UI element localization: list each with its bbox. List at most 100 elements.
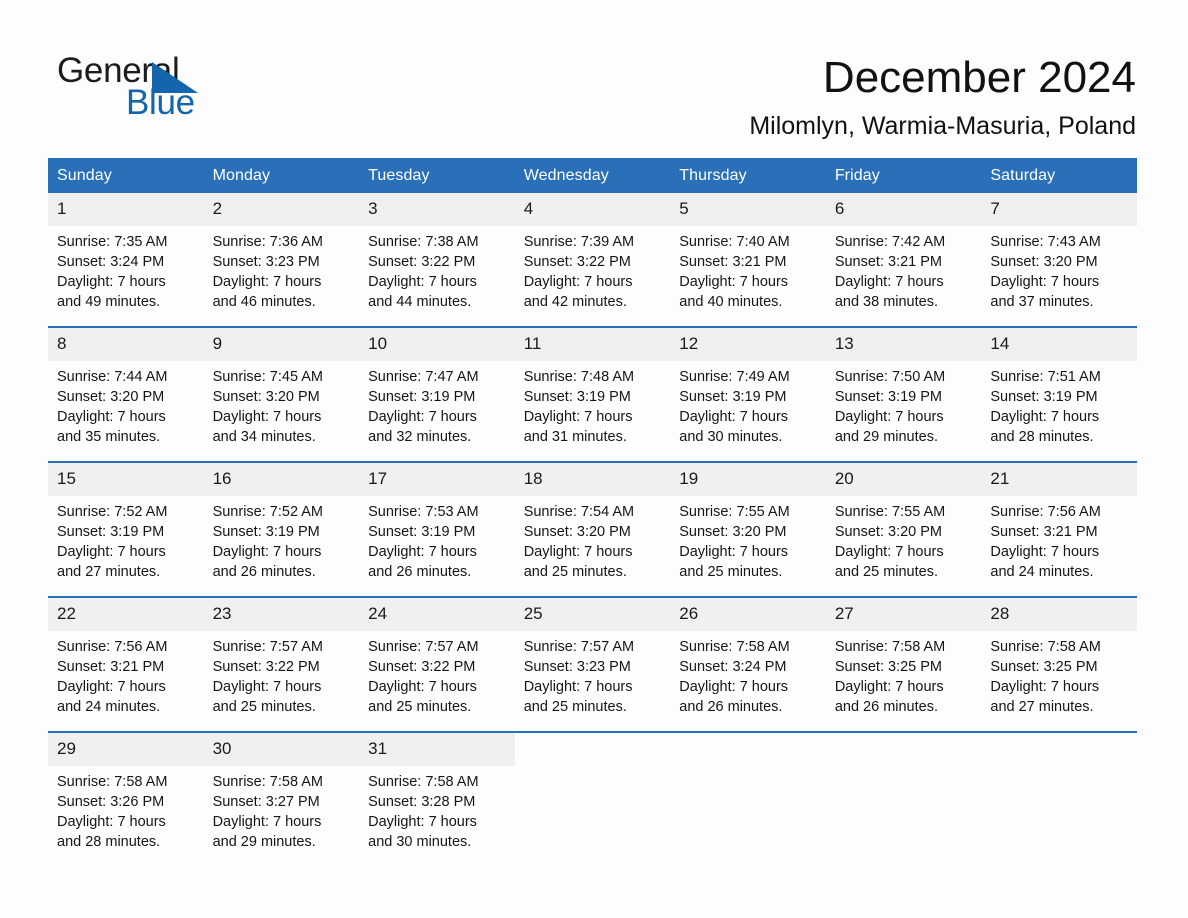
generalblue-logo[interactable]: General Blue xyxy=(57,52,317,122)
sunset-text: Sunset: 3:19 PM xyxy=(368,389,476,405)
calendar-page: General Blue December 2024 Milomlyn, War… xyxy=(0,0,1188,918)
day-details: Sunrise: 7:49 AM Sunset: 3:19 PM Dayligh… xyxy=(670,361,826,461)
day-cell[interactable]: 23 Sunrise: 7:57 AM Sunset: 3:22 PM Dayl… xyxy=(203,596,360,732)
sunrise-text: Sunrise: 7:58 AM xyxy=(212,774,323,790)
day-cell[interactable]: 6 Sunrise: 7:42 AM Sunset: 3:21 PM Dayli… xyxy=(825,193,982,327)
day-cell[interactable]: 19 Sunrise: 7:55 AM Sunset: 3:20 PM Dayl… xyxy=(670,461,826,597)
day-cell[interactable]: 21 Sunrise: 7:56 AM Sunset: 3:21 PM Dayl… xyxy=(981,461,1137,597)
day-cell[interactable]: 13 Sunrise: 7:50 AM Sunset: 3:19 PM Dayl… xyxy=(825,326,982,462)
day-number: 21 xyxy=(981,463,1137,496)
sunset-text: Sunset: 3:24 PM xyxy=(57,254,165,270)
sunrise-text: Sunrise: 7:51 AM xyxy=(990,369,1101,385)
day-number: 18 xyxy=(514,463,671,496)
day-cell[interactable]: 31 Sunrise: 7:58 AM Sunset: 3:28 PM Dayl… xyxy=(359,731,515,866)
day-number: 14 xyxy=(981,328,1137,361)
sunrise-text: Sunrise: 7:55 AM xyxy=(834,504,946,520)
sunrise-text: Sunrise: 7:44 AM xyxy=(57,369,168,385)
day-cell[interactable]: 25 Sunrise: 7:57 AM Sunset: 3:23 PM Dayl… xyxy=(514,596,671,732)
day-cell-empty xyxy=(825,731,982,866)
daylight-text-line1: Daylight: 7 hours xyxy=(368,814,477,830)
day-cell[interactable]: 17 Sunrise: 7:53 AM Sunset: 3:19 PM Dayl… xyxy=(359,461,515,597)
day-cell[interactable]: 2 Sunrise: 7:36 AM Sunset: 3:23 PM Dayli… xyxy=(203,193,360,327)
day-number: 22 xyxy=(48,598,204,631)
day-cell[interactable]: 3 Sunrise: 7:38 AM Sunset: 3:22 PM Dayli… xyxy=(359,193,515,327)
sunset-text: Sunset: 3:19 PM xyxy=(834,389,943,405)
day-cell[interactable]: 4 Sunrise: 7:39 AM Sunset: 3:22 PM Dayli… xyxy=(514,193,671,327)
sunset-text: Sunset: 3:19 PM xyxy=(212,524,320,540)
weekday-header-friday: Friday xyxy=(825,158,982,193)
weekday-header-wednesday: Wednesday xyxy=(514,158,671,193)
day-details xyxy=(515,766,671,855)
day-details: Sunrise: 7:39 AM Sunset: 3:22 PM Dayligh… xyxy=(515,226,671,326)
day-number: 17 xyxy=(359,463,515,496)
day-cell[interactable]: 15 Sunrise: 7:52 AM Sunset: 3:19 PM Dayl… xyxy=(48,461,204,597)
day-cell[interactable]: 8 Sunrise: 7:44 AM Sunset: 3:20 PM Dayli… xyxy=(48,326,204,462)
calendar-table: Sunday Monday Tuesday Wednesday Thursday… xyxy=(48,158,1137,866)
sunrise-text: Sunrise: 7:45 AM xyxy=(212,369,323,385)
day-number: 19 xyxy=(670,463,826,496)
calendar-week-row: 8 Sunrise: 7:44 AM Sunset: 3:20 PM Dayli… xyxy=(48,326,1137,462)
day-details: Sunrise: 7:58 AM Sunset: 3:25 PM Dayligh… xyxy=(826,631,982,731)
day-cell[interactable]: 30 Sunrise: 7:58 AM Sunset: 3:27 PM Dayl… xyxy=(203,731,360,866)
day-cell[interactable]: 7 Sunrise: 7:43 AM Sunset: 3:20 PM Dayli… xyxy=(981,193,1137,327)
daylight-text-line2: and 25 minutes. xyxy=(212,699,316,715)
sunrise-text: Sunrise: 7:56 AM xyxy=(57,639,168,655)
day-cell[interactable]: 29 Sunrise: 7:58 AM Sunset: 3:26 PM Dayl… xyxy=(48,731,204,866)
daylight-text-line1: Daylight: 7 hours xyxy=(368,544,477,560)
day-cell[interactable]: 16 Sunrise: 7:52 AM Sunset: 3:19 PM Dayl… xyxy=(203,461,360,597)
day-number: 11 xyxy=(514,328,671,361)
day-cell[interactable]: 11 Sunrise: 7:48 AM Sunset: 3:19 PM Dayl… xyxy=(514,326,671,462)
sunrise-text: Sunrise: 7:50 AM xyxy=(834,369,946,385)
sunset-text: Sunset: 3:21 PM xyxy=(990,524,1098,540)
day-cell[interactable]: 5 Sunrise: 7:40 AM Sunset: 3:21 PM Dayli… xyxy=(670,193,826,327)
day-cell[interactable]: 1 Sunrise: 7:35 AM Sunset: 3:24 PM Dayli… xyxy=(48,193,204,327)
day-details: Sunrise: 7:58 AM Sunset: 3:27 PM Dayligh… xyxy=(204,766,360,866)
sunrise-text: Sunrise: 7:38 AM xyxy=(368,234,479,250)
day-cell[interactable]: 14 Sunrise: 7:51 AM Sunset: 3:19 PM Dayl… xyxy=(981,326,1137,462)
sunset-text: Sunset: 3:19 PM xyxy=(990,389,1098,405)
day-cell[interactable]: 18 Sunrise: 7:54 AM Sunset: 3:20 PM Dayl… xyxy=(514,461,671,597)
sunset-text: Sunset: 3:22 PM xyxy=(368,659,476,675)
sunset-text: Sunset: 3:19 PM xyxy=(57,524,165,540)
sunrise-text: Sunrise: 7:48 AM xyxy=(523,369,635,385)
sunset-text: Sunset: 3:22 PM xyxy=(368,254,476,270)
day-cell[interactable]: 12 Sunrise: 7:49 AM Sunset: 3:19 PM Dayl… xyxy=(670,326,826,462)
day-number: 16 xyxy=(203,463,360,496)
day-cell[interactable]: 27 Sunrise: 7:58 AM Sunset: 3:25 PM Dayl… xyxy=(825,596,982,732)
day-details: Sunrise: 7:54 AM Sunset: 3:20 PM Dayligh… xyxy=(515,496,671,596)
day-cell[interactable]: 20 Sunrise: 7:55 AM Sunset: 3:20 PM Dayl… xyxy=(825,461,982,597)
day-number: 1 xyxy=(48,193,204,226)
sunset-text: Sunset: 3:20 PM xyxy=(679,524,787,540)
day-cell[interactable]: 9 Sunrise: 7:45 AM Sunset: 3:20 PM Dayli… xyxy=(203,326,360,462)
daylight-text-line1: Daylight: 7 hours xyxy=(212,679,322,695)
day-details: Sunrise: 7:55 AM Sunset: 3:20 PM Dayligh… xyxy=(826,496,982,596)
day-number: 9 xyxy=(203,328,360,361)
logo-text-blue: Blue xyxy=(126,83,195,122)
weekday-header-sunday: Sunday xyxy=(48,158,204,193)
day-number: 5 xyxy=(670,193,826,226)
day-cell[interactable]: 22 Sunrise: 7:56 AM Sunset: 3:21 PM Dayl… xyxy=(48,596,204,732)
day-cell[interactable]: 26 Sunrise: 7:58 AM Sunset: 3:24 PM Dayl… xyxy=(670,596,826,732)
day-cell[interactable]: 24 Sunrise: 7:57 AM Sunset: 3:22 PM Dayl… xyxy=(359,596,515,732)
location-subtitle: Milomlyn, Warmia-Masuria, Poland xyxy=(749,112,1136,140)
sunrise-text: Sunrise: 7:43 AM xyxy=(990,234,1101,250)
sunset-text: Sunset: 3:19 PM xyxy=(368,524,476,540)
daylight-text-line2: and 42 minutes. xyxy=(523,294,627,310)
daylight-text-line2: and 26 minutes. xyxy=(679,699,783,715)
daylight-text-line1: Daylight: 7 hours xyxy=(990,679,1100,695)
sunrise-text: Sunrise: 7:58 AM xyxy=(57,774,168,790)
daylight-text-line1: Daylight: 7 hours xyxy=(679,274,789,290)
day-cell-empty xyxy=(670,731,826,866)
day-cell[interactable]: 28 Sunrise: 7:58 AM Sunset: 3:25 PM Dayl… xyxy=(981,596,1137,732)
day-details: Sunrise: 7:56 AM Sunset: 3:21 PM Dayligh… xyxy=(981,496,1137,596)
day-cell[interactable]: 10 Sunrise: 7:47 AM Sunset: 3:19 PM Dayl… xyxy=(359,326,515,462)
day-details: Sunrise: 7:40 AM Sunset: 3:21 PM Dayligh… xyxy=(670,226,826,326)
daylight-text-line2: and 27 minutes. xyxy=(57,564,161,580)
daylight-text-line2: and 28 minutes. xyxy=(57,834,161,850)
calendar-week-row: 15 Sunrise: 7:52 AM Sunset: 3:19 PM Dayl… xyxy=(48,461,1137,597)
day-cell-empty xyxy=(981,731,1137,866)
daylight-text-line2: and 24 minutes. xyxy=(57,699,161,715)
daylight-text-line1: Daylight: 7 hours xyxy=(834,274,944,290)
sunrise-text: Sunrise: 7:56 AM xyxy=(990,504,1101,520)
day-details xyxy=(826,766,982,855)
